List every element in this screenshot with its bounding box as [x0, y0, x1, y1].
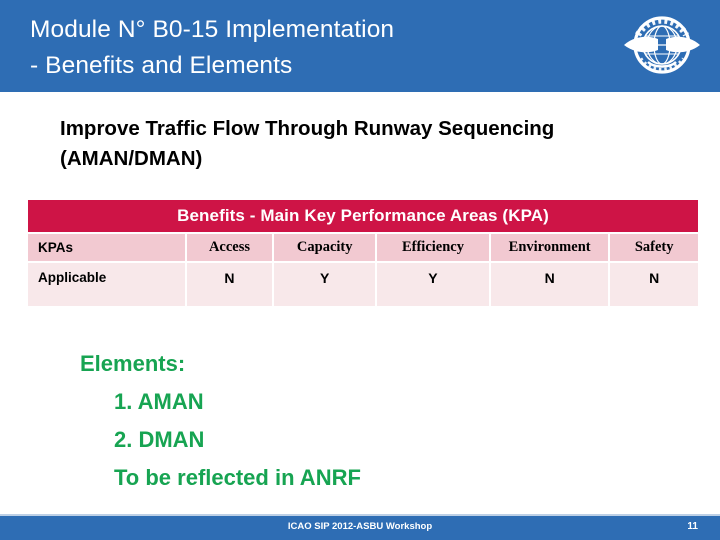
table-header-cell: Efficiency: [377, 234, 489, 261]
table-column-efficiency: Efficiency Y: [377, 234, 489, 306]
table-column-capacity: Capacity Y: [274, 234, 376, 306]
table-body-cell: Y: [274, 263, 376, 306]
table-body-cell: N: [186, 263, 273, 306]
slide-header: Module N° B0-15 Implementation - Benefit…: [0, 0, 720, 92]
elements-item: 2. DMAN: [114, 427, 205, 452]
table-column-kpas: KPAs Applicable: [28, 234, 185, 306]
page-number: 11: [687, 521, 698, 532]
elements-heading: Elements:: [80, 351, 186, 376]
table-body-cell: N: [490, 263, 609, 306]
table-column-environment: Environment N: [490, 234, 609, 306]
table-grid: KPAs Applicable Access N Capacity Y Effi…: [28, 234, 698, 306]
subtitle: Improve Traffic Flow Through Runway Sequ…: [60, 117, 555, 170]
table-body-cell: Applicable: [28, 263, 185, 306]
kpa-table: Benefits - Main Key Performance Areas (K…: [28, 200, 698, 306]
table-banner: Benefits - Main Key Performance Areas (K…: [28, 200, 698, 232]
icao-logo: [618, 5, 706, 87]
page-title: Module N° B0-15 Implementation - Benefit…: [30, 16, 395, 79]
table-body-cell: Y: [377, 263, 489, 306]
table-body-cell: N: [610, 263, 698, 306]
table-header-cell: Access: [186, 234, 273, 261]
elements-item: To be reflected in ANRF: [114, 465, 361, 490]
table-column-safety: Safety N: [610, 234, 698, 306]
table-column-access: Access N: [186, 234, 273, 306]
table-header-cell: Capacity: [274, 234, 376, 261]
slide-footer: ICAO SIP 2012-ASBU Workshop 11: [0, 514, 720, 540]
elements-item: 1. AMAN: [114, 389, 204, 414]
footer-text: ICAO SIP 2012-ASBU Workshop: [287, 521, 433, 532]
table-header-cell: Environment: [490, 234, 609, 261]
table-header-cell: KPAs: [28, 234, 185, 261]
elements-block: Elements: 1. AMAN 2. DMAN To be reflecte…: [80, 345, 361, 497]
table-header-cell: Safety: [610, 234, 698, 261]
